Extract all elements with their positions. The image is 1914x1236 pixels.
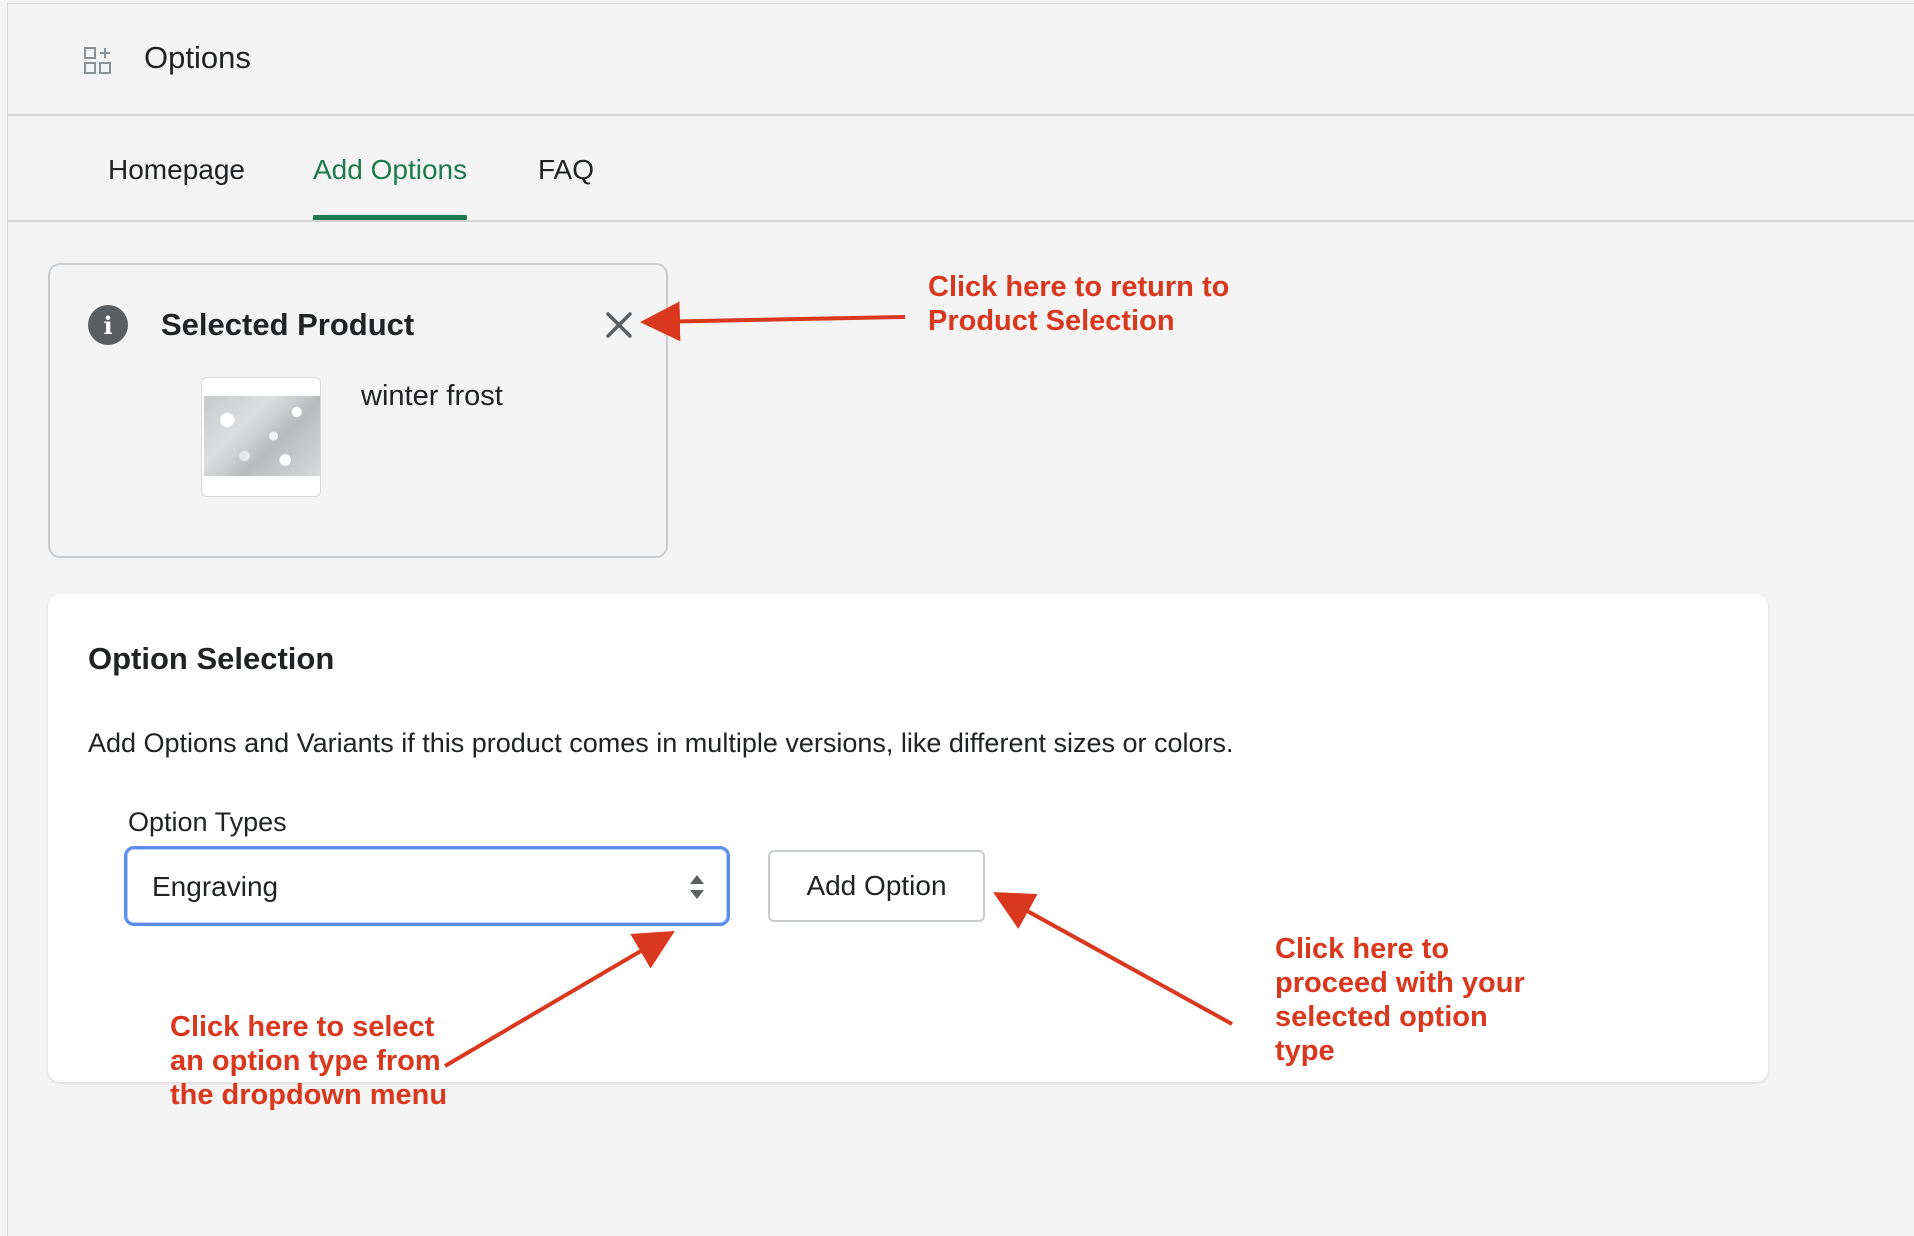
product-image <box>204 396 320 476</box>
app-title: Options <box>144 40 251 75</box>
option-selection-title: Option Selection <box>88 641 335 676</box>
add-option-button[interactable]: Add Option <box>768 850 985 922</box>
product-name: winter frost <box>361 380 503 412</box>
annotation-add-option: Click here to proceed with your selected… <box>1275 933 1525 1067</box>
app-header: Options <box>8 4 1914 116</box>
tab-faq[interactable]: FAQ <box>538 154 594 220</box>
apps-add-icon <box>84 47 111 74</box>
option-types-label: Option Types <box>128 807 287 837</box>
tab-bar: Homepage Add Options FAQ <box>8 116 1914 222</box>
option-selection-description: Add Options and Variants if this product… <box>88 728 1234 758</box>
option-types-select[interactable]: Engraving <box>124 846 730 926</box>
info-icon: i <box>88 305 128 345</box>
product-thumbnail <box>201 377 321 497</box>
tab-add-options[interactable]: Add Options <box>313 154 468 220</box>
tab-homepage[interactable]: Homepage <box>108 154 245 220</box>
close-icon[interactable] <box>601 307 637 343</box>
annotation-close: Click here to return to Product Selectio… <box>928 271 1230 337</box>
selected-product-title: Selected Product <box>161 307 415 342</box>
select-arrows-icon <box>690 875 704 899</box>
annotation-dropdown: Click here to select an option type from… <box>170 1011 448 1111</box>
option-types-selected-value: Engraving <box>152 871 279 902</box>
selected-product-card: i Selected Product winter frost <box>48 263 668 558</box>
